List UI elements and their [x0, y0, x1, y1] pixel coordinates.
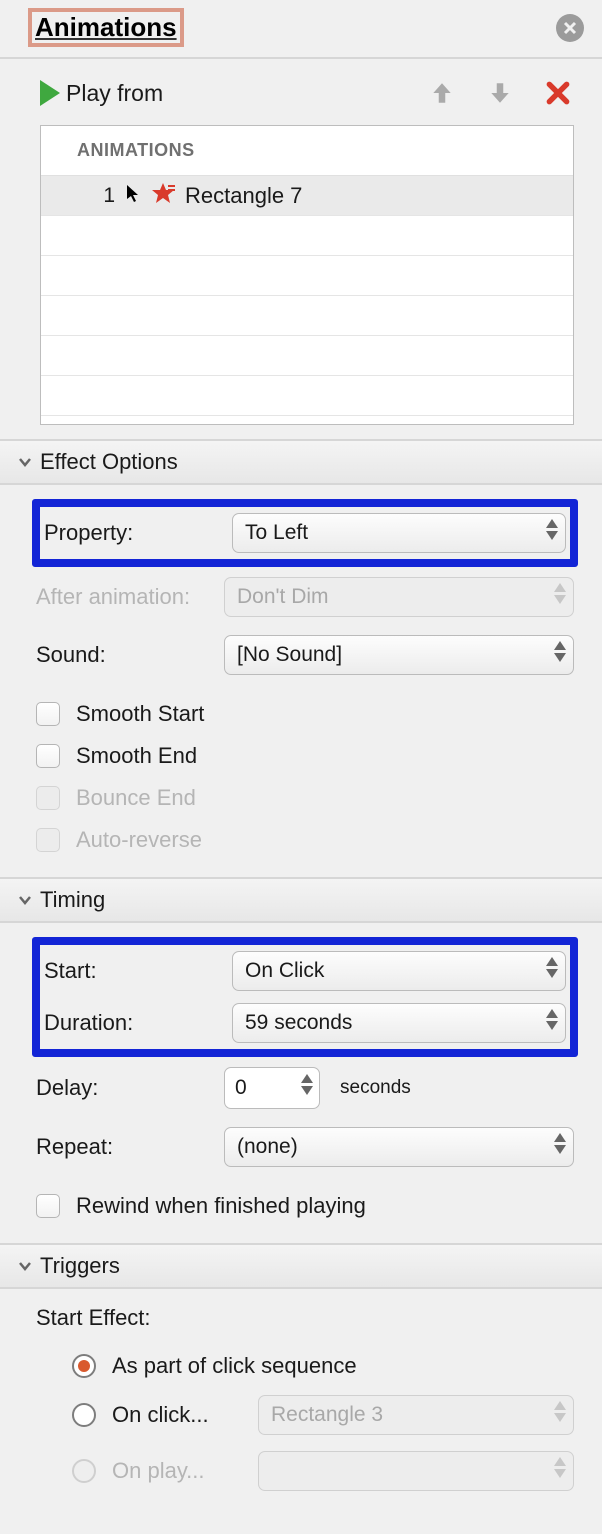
trigger-sequence-label: As part of click sequence — [112, 1353, 357, 1379]
trigger-sequence-row[interactable]: As part of click sequence — [72, 1345, 574, 1387]
triggers-header[interactable]: Triggers — [0, 1243, 602, 1289]
start-effect-label: Start Effect: — [36, 1305, 574, 1331]
list-item-empty — [41, 256, 573, 296]
trigger-onplay-label: On play... — [112, 1458, 242, 1484]
auto-reverse-checkbox — [36, 828, 60, 852]
move-down-button — [484, 77, 516, 109]
bounce-end-label: Bounce End — [76, 785, 196, 811]
chevron-down-icon — [18, 455, 32, 469]
animations-panel: Animations Play from ANIMATIONS 1 — [0, 0, 602, 1515]
property-dropdown[interactable]: To Left — [232, 513, 566, 553]
after-animation-value: Don't Dim — [237, 585, 329, 609]
trigger-onplay-radio — [72, 1459, 96, 1483]
delete-x-icon — [545, 80, 571, 106]
close-icon — [563, 21, 577, 35]
start-value: On Click — [245, 959, 324, 983]
smooth-start-row[interactable]: Smooth Start — [36, 693, 574, 735]
sound-dropdown[interactable]: [No Sound] — [224, 635, 574, 675]
stepper-icon — [546, 957, 558, 978]
close-button[interactable] — [556, 14, 584, 42]
effect-options-header[interactable]: Effect Options — [0, 439, 602, 485]
stepper-icon — [554, 583, 566, 604]
rewind-label: Rewind when finished playing — [76, 1193, 366, 1219]
smooth-end-label: Smooth End — [76, 743, 197, 769]
repeat-dropdown[interactable]: (none) — [224, 1127, 574, 1167]
bounce-end-row: Bounce End — [36, 777, 574, 819]
bounce-end-checkbox — [36, 786, 60, 810]
panel-title: Animations — [28, 8, 184, 47]
stepper-icon — [554, 1133, 566, 1154]
move-up-button — [426, 77, 458, 109]
animations-list[interactable]: ANIMATIONS 1 Rectangle 7 — [40, 125, 574, 425]
stepper-icon — [546, 519, 558, 540]
list-item-empty — [41, 216, 573, 256]
auto-reverse-row: Auto-reverse — [36, 819, 574, 861]
smooth-start-checkbox[interactable] — [36, 702, 60, 726]
arrow-down-icon — [487, 80, 513, 106]
after-animation-dropdown: Don't Dim — [224, 577, 574, 617]
panel-header: Animations — [0, 0, 602, 59]
after-animation-label: After animation: — [36, 584, 224, 610]
triggers-title: Triggers — [40, 1253, 120, 1279]
repeat-label: Repeat: — [36, 1134, 224, 1160]
trigger-sequence-radio[interactable] — [72, 1354, 96, 1378]
chevron-down-icon — [18, 893, 32, 907]
duration-value: 59 seconds — [245, 1011, 352, 1035]
auto-reverse-label: Auto-reverse — [76, 827, 202, 853]
delay-value: 0 — [235, 1076, 247, 1100]
effect-options-title: Effect Options — [40, 449, 178, 475]
sound-value: [No Sound] — [237, 643, 342, 667]
seconds-label: seconds — [340, 1077, 411, 1099]
click-trigger-icon — [125, 183, 141, 209]
trigger-onclick-dropdown: Rectangle 3 — [258, 1395, 574, 1435]
item-label: Rectangle 7 — [185, 183, 302, 209]
smooth-end-row[interactable]: Smooth End — [36, 735, 574, 777]
repeat-value: (none) — [237, 1135, 298, 1159]
arrow-up-icon — [429, 80, 455, 106]
list-item-empty — [41, 336, 573, 376]
property-highlight: Property: To Left — [32, 499, 578, 567]
stepper-icon — [546, 1009, 558, 1030]
item-index: 1 — [63, 184, 115, 208]
stepper-icon[interactable] — [301, 1074, 313, 1095]
duration-dropdown[interactable]: 59 seconds — [232, 1003, 566, 1043]
timing-header[interactable]: Timing — [0, 877, 602, 923]
list-header: ANIMATIONS — [41, 126, 573, 176]
property-label: Property: — [44, 520, 232, 546]
trigger-onclick-value: Rectangle 3 — [271, 1403, 383, 1427]
trigger-onclick-label: On click... — [112, 1402, 242, 1428]
list-item[interactable]: 1 Rectangle 7 — [41, 176, 573, 216]
timing-body: Start: On Click Duration: 59 seconds Del… — [0, 923, 602, 1243]
chevron-down-icon — [18, 1259, 32, 1273]
rewind-checkbox[interactable] — [36, 1194, 60, 1218]
delay-input[interactable]: 0 — [224, 1067, 320, 1109]
delete-button[interactable] — [542, 77, 574, 109]
start-label: Start: — [44, 958, 232, 984]
play-toolbar: Play from — [0, 59, 602, 119]
stepper-icon — [554, 641, 566, 662]
delay-label: Delay: — [36, 1075, 224, 1101]
smooth-end-checkbox[interactable] — [36, 744, 60, 768]
list-item-empty — [41, 296, 573, 336]
timing-title: Timing — [40, 887, 105, 913]
rewind-row[interactable]: Rewind when finished playing — [36, 1185, 574, 1227]
property-value: To Left — [245, 521, 308, 545]
trigger-onclick-radio[interactable] — [72, 1403, 96, 1427]
trigger-onclick-row[interactable]: On click... Rectangle 3 — [72, 1387, 574, 1443]
triggers-body: Start Effect: As part of click sequence … — [0, 1289, 602, 1515]
play-from-label[interactable]: Play from — [66, 80, 163, 107]
timing-highlight: Start: On Click Duration: 59 seconds — [32, 937, 578, 1057]
effect-type-icon — [151, 181, 175, 211]
sound-label: Sound: — [36, 642, 224, 668]
play-icon[interactable] — [40, 80, 60, 106]
stepper-icon — [554, 1457, 566, 1478]
trigger-onplay-dropdown — [258, 1451, 574, 1491]
effect-options-body: Property: To Left After animation: Don't… — [0, 485, 602, 877]
duration-label: Duration: — [44, 1010, 232, 1036]
trigger-onplay-row: On play... — [72, 1443, 574, 1499]
list-item-empty — [41, 376, 573, 416]
stepper-icon — [554, 1401, 566, 1422]
start-dropdown[interactable]: On Click — [232, 951, 566, 991]
smooth-start-label: Smooth Start — [76, 701, 204, 727]
